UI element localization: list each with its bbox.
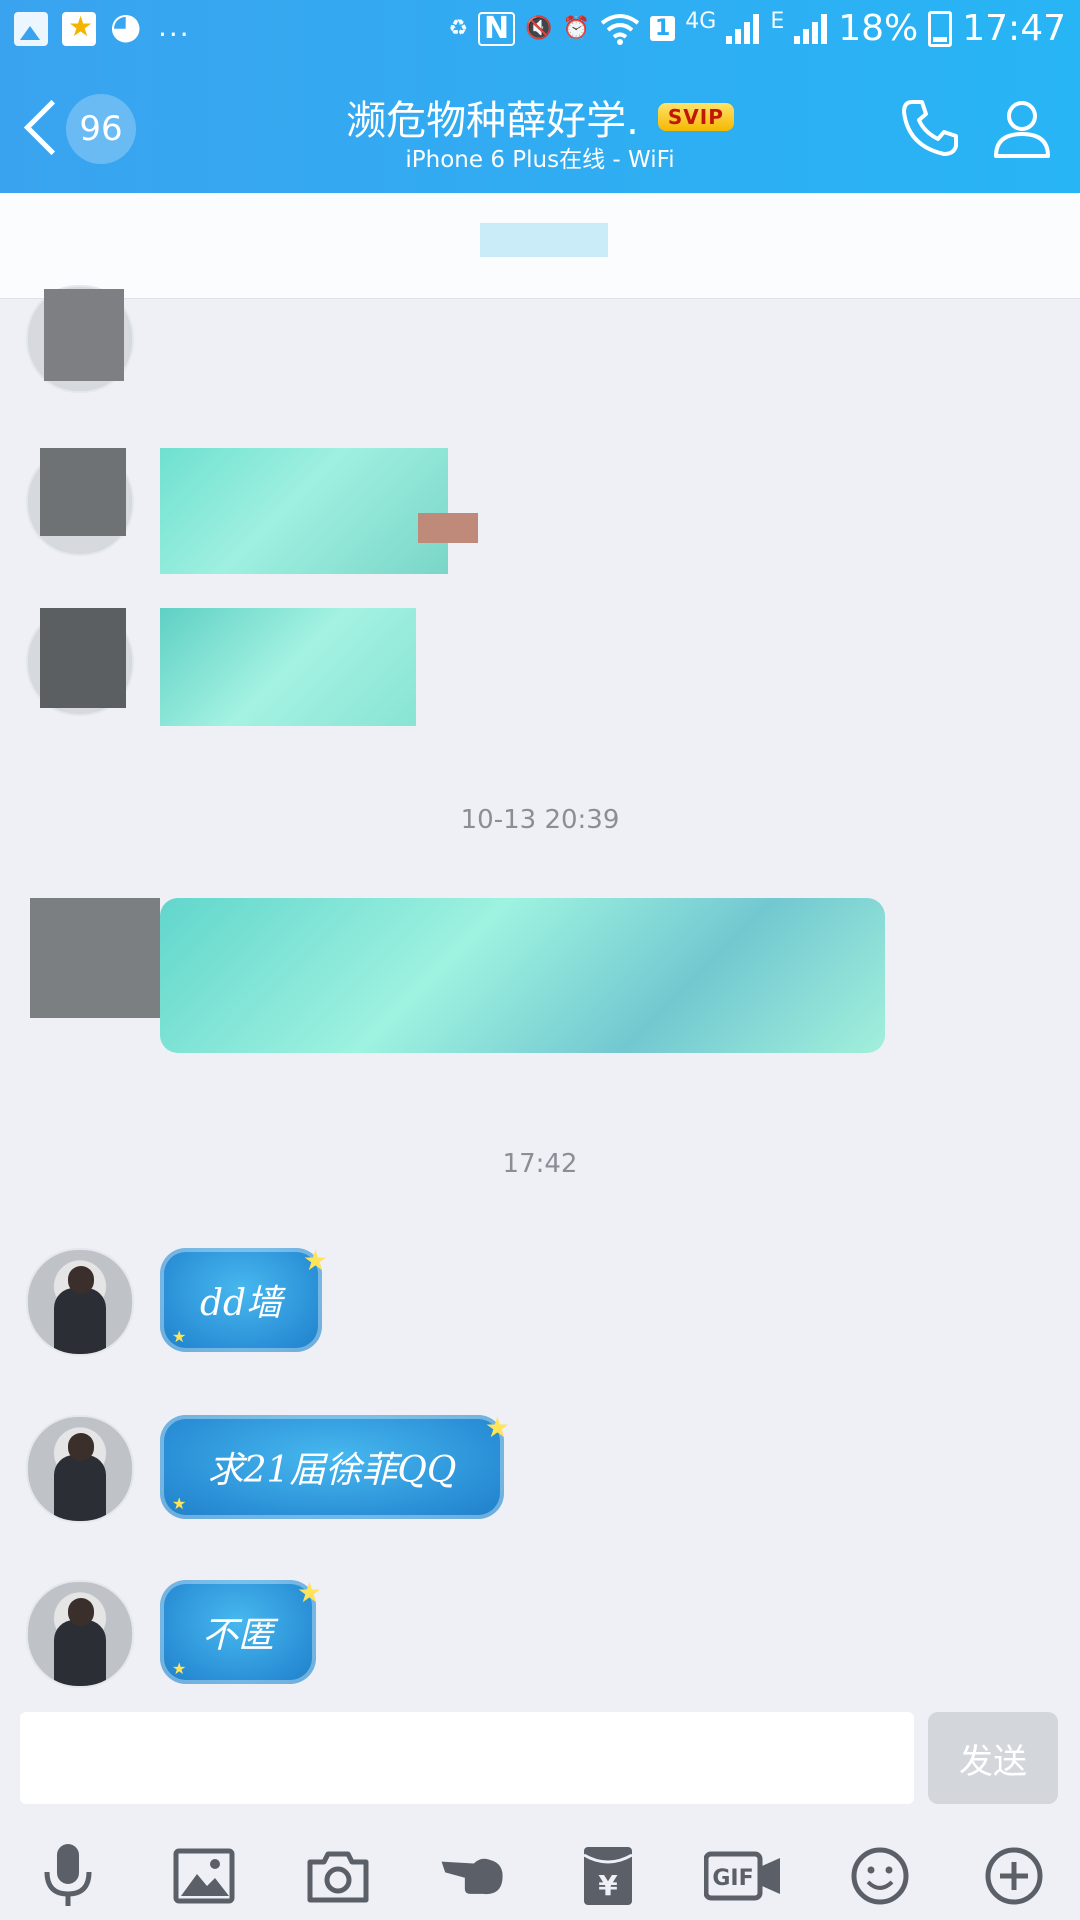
emoji-button[interactable] bbox=[846, 1842, 914, 1910]
red-packet-button[interactable]: ¥ bbox=[574, 1842, 642, 1910]
pixelated-message bbox=[160, 448, 448, 574]
message-text: 不匿 bbox=[201, 1615, 274, 1656]
star-decoration-icon: ★ bbox=[484, 1411, 510, 1444]
composer-toolbar: ¥ GIF bbox=[0, 1828, 1080, 1920]
message-text: 求21届徐菲QQ bbox=[207, 1450, 457, 1491]
alarm-icon: ⏰ bbox=[562, 16, 590, 41]
more-notifications-indicator: ... bbox=[158, 9, 191, 43]
sender-avatar[interactable] bbox=[26, 1415, 134, 1523]
image-button[interactable] bbox=[170, 1842, 238, 1910]
pixelated-content bbox=[480, 223, 608, 257]
network-type-4g: 4G bbox=[685, 9, 717, 34]
gif-button[interactable]: GIF bbox=[704, 1842, 784, 1910]
poke-button[interactable] bbox=[438, 1842, 506, 1910]
more-button[interactable] bbox=[980, 1842, 1048, 1910]
star-decoration-icon: ★ bbox=[172, 1494, 187, 1513]
voice-button[interactable] bbox=[34, 1842, 102, 1910]
yen-symbol: ¥ bbox=[598, 1869, 618, 1902]
message-text: dd墙 bbox=[199, 1283, 283, 1324]
gif-label: GIF bbox=[712, 1866, 753, 1891]
star-decoration-icon: ★ bbox=[302, 1244, 328, 1277]
message-bubble[interactable]: 求21届徐菲QQ ★ ★ bbox=[160, 1411, 510, 1519]
star-decoration-icon: ★ bbox=[172, 1327, 187, 1346]
poke-hand-icon bbox=[441, 1858, 503, 1895]
signal-icon-2 bbox=[794, 13, 828, 44]
star-decoration-icon: ★ bbox=[296, 1576, 322, 1609]
timestamp: 10-13 20:39 bbox=[460, 805, 620, 835]
pixelated-avatar bbox=[30, 898, 160, 1018]
contact-name: 濒危物种薛好学. bbox=[346, 98, 639, 144]
nfc-icon: N bbox=[478, 11, 516, 46]
notification-icons: ... bbox=[14, 6, 191, 47]
plus-icon bbox=[985, 1847, 1043, 1905]
app-notification-icon bbox=[62, 10, 96, 46]
sender-avatar[interactable] bbox=[26, 1248, 134, 1356]
emoji-icon bbox=[851, 1847, 909, 1905]
network-type-e: E bbox=[770, 9, 785, 34]
recycle-icon: ♻ bbox=[448, 16, 469, 41]
microphone-icon bbox=[44, 1844, 92, 1906]
system-status-icons: ♻ N 🔇 ⏰ 1 4G E 18% 17:47 bbox=[448, 8, 1066, 49]
message-input[interactable] bbox=[20, 1712, 914, 1804]
clock: 17:47 bbox=[962, 8, 1066, 49]
status-bar: ... ♻ N 🔇 ⏰ 1 4G E 18% 17:47 bbox=[0, 0, 1080, 64]
pixelated-avatar bbox=[40, 448, 126, 536]
profile-icon[interactable] bbox=[990, 96, 1054, 160]
camera-icon bbox=[307, 1851, 369, 1903]
message-list[interactable]: 10-13 20:39 17:42 dd墙 ★ ★ 求21届徐菲QQ ★ ★ 不… bbox=[0, 193, 1080, 1708]
pixelated-message bbox=[160, 898, 885, 1053]
pixelated-avatar bbox=[44, 289, 124, 381]
image-icon bbox=[173, 1848, 235, 1904]
wifi-icon bbox=[600, 13, 640, 45]
sim-badge: 1 bbox=[649, 16, 676, 41]
pixelated-avatar bbox=[40, 608, 126, 708]
svip-badge: SVIP bbox=[657, 103, 734, 131]
signal-icon-1 bbox=[726, 13, 760, 44]
gallery-notification-icon bbox=[14, 12, 48, 46]
message-bubble[interactable]: dd墙 ★ ★ bbox=[160, 1244, 328, 1352]
pixelated-message-edge bbox=[418, 513, 478, 543]
red-packet-icon: ¥ bbox=[583, 1847, 633, 1905]
send-button[interactable]: 发送 bbox=[928, 1712, 1058, 1804]
mute-icon: 🔇 bbox=[525, 16, 553, 41]
camera-button[interactable] bbox=[304, 1842, 372, 1910]
message-bubble[interactable]: 不匿 ★ ★ bbox=[160, 1576, 322, 1684]
gif-icon: GIF bbox=[704, 1851, 780, 1901]
timestamp: 17:42 bbox=[502, 1149, 578, 1179]
weibo-notification-icon bbox=[110, 6, 144, 47]
chat-header: ... ♻ N 🔇 ⏰ 1 4G E 18% 17:47 bbox=[0, 0, 1080, 193]
star-decoration-icon: ★ bbox=[172, 1659, 187, 1678]
sender-avatar[interactable] bbox=[26, 1580, 134, 1688]
battery-icon bbox=[928, 10, 953, 47]
previous-message-preview bbox=[0, 193, 1080, 299]
phone-icon[interactable] bbox=[898, 96, 962, 160]
pixelated-message bbox=[160, 608, 416, 726]
battery-percent: 18% bbox=[838, 8, 919, 49]
composer: 发送 ¥ GIF bbox=[0, 1708, 1080, 1920]
